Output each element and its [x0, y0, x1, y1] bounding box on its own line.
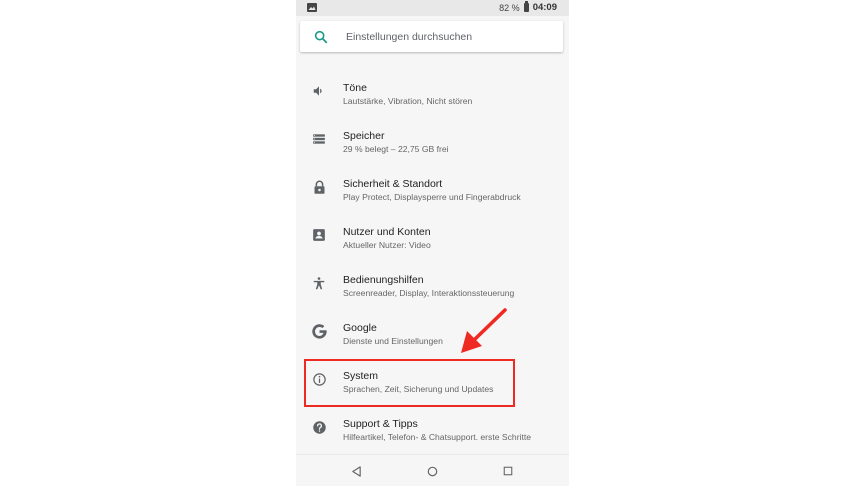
search-bar[interactable]: Einstellungen durchsuchen: [300, 21, 563, 52]
settings-item-subtitle: Lautstärke, Vibration, Nicht stören: [343, 96, 473, 106]
account-icon: [309, 225, 329, 245]
battery-percent: 82 %: [499, 2, 520, 13]
settings-item-speicher[interactable]: Speicher 29 % belegt – 22,75 GB frei: [296, 112, 569, 160]
pointer-arrow-icon: [461, 308, 507, 353]
clock: 04:09: [532, 2, 557, 13]
home-button[interactable]: [425, 464, 439, 478]
settings-item-subtitle: Sprachen, Zeit, Sicherung und Updates: [343, 384, 494, 394]
settings-item-title: Sicherheit & Standort: [343, 178, 443, 190]
status-bar: 82 % 04:09: [296, 0, 569, 16]
navigation-bar: [296, 454, 569, 486]
settings-item-bedienungshilfen[interactable]: Bedienungshilfen Screenreader, Display, …: [296, 256, 569, 304]
settings-item-title: Bedienungshilfen: [343, 274, 424, 286]
image-notification-icon: [307, 3, 317, 12]
settings-item-title: Töne: [343, 82, 367, 94]
settings-item-subtitle: Screenreader, Display, Interaktionssteue…: [343, 288, 515, 298]
settings-item-sicherheit[interactable]: Sicherheit & Standort Play Protect, Disp…: [296, 160, 569, 208]
settings-item-title: Nutzer und Konten: [343, 226, 431, 238]
settings-item-title: Google: [343, 322, 377, 334]
help-icon: [309, 417, 329, 437]
settings-item-subtitle: Aktueller Nutzer: Video: [343, 240, 431, 250]
settings-item-toene[interactable]: Töne Lautstärke, Vibration, Nicht stören: [296, 64, 569, 112]
back-button[interactable]: [349, 464, 363, 478]
settings-item-google[interactable]: Google Dienste und Einstellungen: [296, 304, 569, 352]
google-icon: [309, 321, 329, 341]
lock-icon: [309, 177, 329, 197]
recents-button[interactable]: [501, 464, 515, 478]
search-icon: [314, 30, 328, 44]
search-placeholder: Einstellungen durchsuchen: [346, 31, 473, 43]
settings-item-subtitle: Hilfeartikel, Telefon- & Chatsupport. er…: [343, 432, 532, 442]
settings-item-title: Speicher: [343, 130, 385, 142]
settings-item-title: System: [343, 370, 379, 382]
phone-screen: 82 % 04:09 Einstellungen durchsuchen Tön…: [296, 0, 569, 486]
storage-icon: [309, 129, 329, 149]
settings-item-system[interactable]: System Sprachen, Zeit, Sicherung und Upd…: [296, 352, 569, 400]
accessibility-icon: [309, 273, 329, 293]
recents-icon: [503, 466, 513, 476]
settings-item-subtitle: Play Protect, Displaysperre und Fingerab…: [343, 192, 521, 202]
settings-item-title: Support & Tipps: [343, 418, 418, 430]
home-icon: [427, 466, 437, 476]
settings-item-subtitle: Dienste und Einstellungen: [343, 336, 443, 346]
battery-icon: [523, 1, 529, 12]
settings-item-nutzer[interactable]: Nutzer und Konten Aktueller Nutzer: Vide…: [296, 208, 569, 256]
volume-icon: [309, 81, 329, 101]
settings-item-subtitle: 29 % belegt – 22,75 GB frei: [343, 144, 449, 154]
settings-item-support[interactable]: Support & Tipps Hilfeartikel, Telefon- &…: [296, 400, 569, 448]
status-right: 82 % 04:09: [499, 1, 557, 13]
back-icon: [351, 465, 361, 477]
info-icon: [309, 369, 329, 389]
